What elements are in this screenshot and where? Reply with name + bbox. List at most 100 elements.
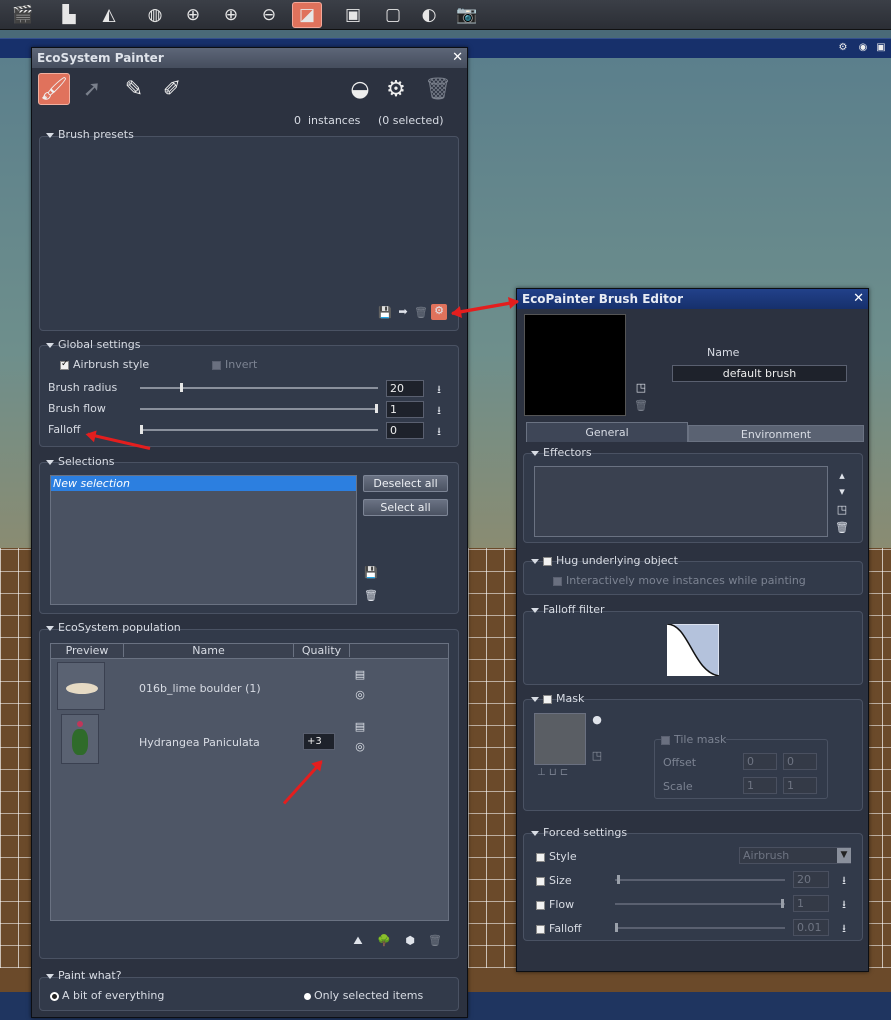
hug-header[interactable]: Hug underlying object bbox=[531, 554, 678, 567]
offset-x-field[interactable]: 0 bbox=[743, 753, 777, 770]
radio-everything[interactable]: A bit of everything bbox=[50, 989, 164, 1002]
mask-preview[interactable] bbox=[534, 713, 586, 765]
render-region-icon[interactable]: ◪ bbox=[292, 2, 322, 28]
mirror-icon[interactable]: ◭ bbox=[96, 2, 122, 28]
arrow-right-icon[interactable]: ➡ bbox=[396, 305, 410, 318]
add-tree-icon[interactable]: 🌳 bbox=[374, 934, 394, 947]
brush-radius-field[interactable]: 20 bbox=[386, 380, 424, 397]
tab-general[interactable]: General bbox=[526, 422, 688, 442]
reset-flow-icon[interactable]: ⭳ bbox=[837, 896, 851, 915]
brush-presets-header[interactable]: Brush presets bbox=[46, 128, 134, 141]
camera-small-icon[interactable]: ◉ bbox=[856, 41, 870, 55]
brush-editor-icon[interactable]: ⚙ bbox=[431, 304, 447, 320]
forced-settings-header[interactable]: Forced settings bbox=[531, 826, 627, 839]
selections-header[interactable]: Selections bbox=[46, 455, 114, 468]
size-checkbox[interactable]: Size bbox=[536, 874, 572, 887]
reset-flow-icon[interactable]: ⭳ bbox=[432, 402, 446, 421]
edit-object-icon[interactable]: ▤ bbox=[353, 668, 367, 681]
flow-checkbox[interactable]: Flow bbox=[536, 898, 574, 911]
radio-selected-only[interactable]: Only selected items bbox=[304, 989, 423, 1002]
mask-dot-icon[interactable]: ● bbox=[590, 713, 604, 726]
brush-flow-field[interactable]: 1 bbox=[386, 401, 424, 418]
tile-mask-checkbox[interactable]: Tile mask bbox=[661, 733, 727, 746]
interactive-move-checkbox[interactable]: Interactively move instances while paint… bbox=[553, 574, 806, 587]
column-preview[interactable]: Preview bbox=[51, 644, 124, 657]
picture-icon[interactable]: ▣ bbox=[340, 2, 366, 28]
align-icon[interactable]: ▙ bbox=[56, 2, 82, 28]
brush-name-input[interactable]: default brush bbox=[672, 365, 847, 382]
clapper-icon[interactable]: 🎬 bbox=[10, 2, 36, 28]
tab-environment[interactable]: Environment bbox=[688, 425, 864, 442]
gear-icon[interactable]: ⚙ bbox=[380, 73, 412, 105]
color-brush-icon[interactable]: ✐ bbox=[156, 73, 188, 105]
global-settings-header[interactable]: Global settings bbox=[46, 338, 140, 351]
scale-y-field[interactable]: 1 bbox=[783, 777, 817, 794]
move-down-icon[interactable]: ▾ bbox=[835, 485, 849, 498]
size-field[interactable]: 20 bbox=[793, 871, 829, 888]
style-select[interactable]: Airbrush bbox=[739, 847, 851, 864]
save-icon[interactable]: 💾 bbox=[378, 306, 392, 319]
selection-item[interactable]: New selection bbox=[51, 476, 356, 491]
flow-slider[interactable] bbox=[615, 899, 785, 908]
brush-radius-slider[interactable] bbox=[140, 383, 378, 392]
size-thumb[interactable] bbox=[617, 875, 620, 884]
globe-icon[interactable]: ◍ bbox=[142, 2, 168, 28]
paint-brush-icon[interactable]: 🖌 bbox=[38, 73, 70, 105]
effectors-list[interactable] bbox=[534, 466, 828, 537]
globe-tree-icon[interactable]: ◒ bbox=[344, 73, 376, 105]
delete-effector-icon[interactable]: 🗑 bbox=[835, 521, 849, 534]
zoom-in-icon[interactable]: ⊕ bbox=[218, 2, 244, 28]
invert-checkbox[interactable]: Invert bbox=[212, 358, 257, 371]
select-all-button[interactable]: Select all bbox=[363, 499, 448, 516]
falloff-thumb[interactable] bbox=[140, 425, 143, 434]
column-name[interactable]: Name bbox=[124, 644, 294, 657]
style-checkbox[interactable]: Style bbox=[536, 850, 577, 863]
falloff-slider[interactable] bbox=[140, 425, 378, 434]
brush-flow-thumb[interactable] bbox=[375, 404, 378, 413]
load-mask-icon[interactable]: ◳ bbox=[590, 749, 604, 762]
mask-transform-icons[interactable]: ⊥ ⊔ ⊏ bbox=[537, 767, 568, 778]
mask-header[interactable]: Mask bbox=[531, 692, 584, 705]
effectors-header[interactable]: Effectors bbox=[531, 446, 592, 459]
move-up-icon[interactable]: ▴ bbox=[835, 469, 849, 482]
delete-brush-icon[interactable]: 🗑 bbox=[634, 399, 648, 412]
close-icon[interactable]: ✕ bbox=[853, 289, 864, 309]
rotate-icon[interactable]: ◎ bbox=[353, 688, 367, 701]
reset-radius-icon[interactable]: ⭳ bbox=[432, 381, 446, 400]
settings-icon[interactable]: ⚙ bbox=[836, 41, 850, 55]
camera-icon[interactable]: 📷 bbox=[454, 2, 480, 28]
add-rock-icon[interactable]: ⛰ bbox=[348, 934, 368, 948]
deselect-all-button[interactable]: Deselect all bbox=[363, 475, 448, 492]
brush-radius-thumb[interactable] bbox=[180, 383, 183, 392]
forced-falloff-slider[interactable] bbox=[615, 923, 785, 932]
column-quality[interactable]: Quality bbox=[294, 644, 350, 657]
falloff-filter-header[interactable]: Falloff filter bbox=[531, 603, 605, 616]
rotate-icon[interactable]: ◎ bbox=[353, 740, 367, 753]
flow-thumb[interactable] bbox=[781, 899, 784, 908]
delete-instances-icon[interactable]: 🗑 bbox=[422, 73, 454, 105]
frame-icon[interactable]: ▢ bbox=[380, 2, 406, 28]
zoom-region-icon[interactable]: ⊕ bbox=[180, 2, 206, 28]
reset-forced-falloff-icon[interactable]: ⭳ bbox=[837, 920, 851, 939]
load-brush-icon[interactable]: ◳ bbox=[634, 381, 648, 394]
chevron-down-icon[interactable]: ▼ bbox=[837, 848, 851, 863]
scale-x-field[interactable]: 1 bbox=[743, 777, 777, 794]
population-header[interactable]: EcoSystem population bbox=[46, 621, 181, 634]
add-effector-icon[interactable]: ◳ bbox=[835, 503, 849, 516]
reset-falloff-icon[interactable]: ⭳ bbox=[432, 423, 446, 442]
quality-stepper[interactable]: +3 bbox=[303, 733, 335, 750]
selections-list[interactable]: New selection bbox=[50, 475, 357, 605]
zoom-out-icon[interactable]: ⊖ bbox=[256, 2, 282, 28]
remove-object-icon[interactable]: 🗑 bbox=[428, 934, 442, 947]
flow-field[interactable]: 1 bbox=[793, 895, 829, 912]
delete-selection-icon[interactable]: 🗑 bbox=[364, 589, 378, 602]
brush-flow-slider[interactable] bbox=[140, 404, 378, 413]
save-selection-icon[interactable]: 💾 bbox=[364, 566, 378, 579]
select-brush-icon[interactable]: ➚ bbox=[76, 73, 108, 105]
falloff-checkbox[interactable]: Falloff bbox=[536, 922, 581, 935]
falloff-curve[interactable] bbox=[667, 624, 719, 676]
trash-icon[interactable]: 🗑 bbox=[414, 306, 428, 319]
offset-y-field[interactable]: 0 bbox=[783, 753, 817, 770]
forced-falloff-field[interactable]: 0.01 bbox=[793, 919, 829, 936]
reset-size-icon[interactable]: ⭳ bbox=[837, 872, 851, 891]
